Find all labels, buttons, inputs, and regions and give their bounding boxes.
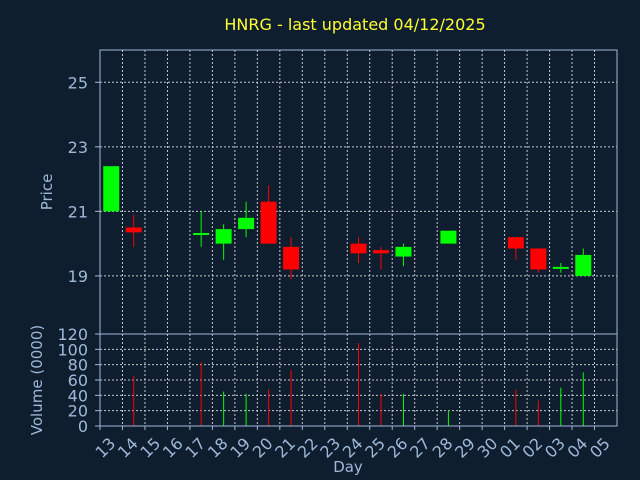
price-y-tick-label: 23 (68, 138, 88, 157)
price-y-tick-label: 21 (68, 202, 88, 221)
candle-body (215, 229, 232, 244)
candle-body (103, 166, 120, 212)
candle-body (283, 246, 300, 270)
chart: HNRG - last updated 04/12/2025 19212325 … (0, 0, 640, 480)
candle-body (575, 254, 592, 276)
candle-body (238, 217, 255, 230)
price-y-tick-label: 19 (68, 267, 88, 286)
candle-body (440, 230, 457, 244)
x-axis-label: Day (333, 458, 363, 476)
price-axis-label: Price (38, 174, 56, 211)
candle-body (372, 250, 389, 254)
chart-title: HNRG - last updated 04/12/2025 (224, 15, 485, 34)
candle-body (125, 227, 142, 233)
chart-background (0, 0, 640, 480)
candle-body (507, 237, 524, 249)
candle-body (260, 201, 277, 244)
candle-body (395, 246, 412, 257)
price-y-tick-label: 25 (68, 73, 88, 92)
candle-body (530, 248, 547, 270)
volume-y-tick-label: 120 (57, 325, 88, 344)
candle-body (350, 243, 367, 254)
volume-axis-label: Volume (0000) (28, 325, 46, 435)
